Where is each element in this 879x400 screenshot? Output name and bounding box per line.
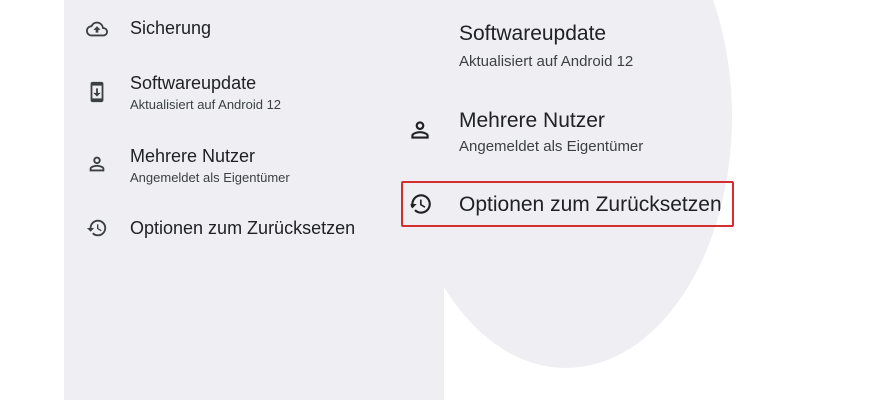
magnifier-user-subtitle: Angemeldet als Eigentümer (459, 138, 644, 155)
settings-item-subtitle: Angemeldet als Eigentümer (130, 170, 290, 185)
cloud-upload-icon (86, 18, 108, 40)
system-update-icon (86, 81, 108, 103)
highlight-box (401, 181, 734, 227)
person-icon (86, 153, 108, 175)
screenshot-stage: Sicherung Softwareupdate Aktualisiert au… (0, 0, 879, 400)
magnifier-softwareupdate-subtitle: Aktualisiert auf Android 12 (459, 53, 634, 70)
settings-item-title: Softwareupdate (130, 73, 257, 93)
settings-item-optionen-zuruecksetzen[interactable]: Optionen zum Zurücksetzen (64, 205, 444, 253)
magnifier-user-title: Mehrere Nutzer (459, 109, 605, 132)
settings-item-title: Sicherung (130, 18, 212, 38)
settings-item-softwareupdate[interactable]: Softwareupdate Aktualisiert auf Android … (64, 62, 444, 130)
settings-item-mehrere-nutzer[interactable]: Mehrere Nutzer Angemeldet als Eigentümer (64, 135, 444, 201)
settings-item-title: Mehrere Nutzer (130, 146, 256, 166)
settings-item-title: Optionen zum Zurücksetzen (130, 218, 356, 238)
settings-item-sicherung[interactable]: Sicherung (64, 0, 444, 58)
magnifier-softwareupdate-title: Softwareupdate (459, 22, 607, 45)
person-icon (407, 117, 433, 143)
settings-list: Sicherung Softwareupdate Aktualisiert au… (64, 0, 444, 400)
settings-item-subtitle: Aktualisiert auf Android 12 (130, 97, 282, 112)
history-icon (86, 217, 108, 239)
